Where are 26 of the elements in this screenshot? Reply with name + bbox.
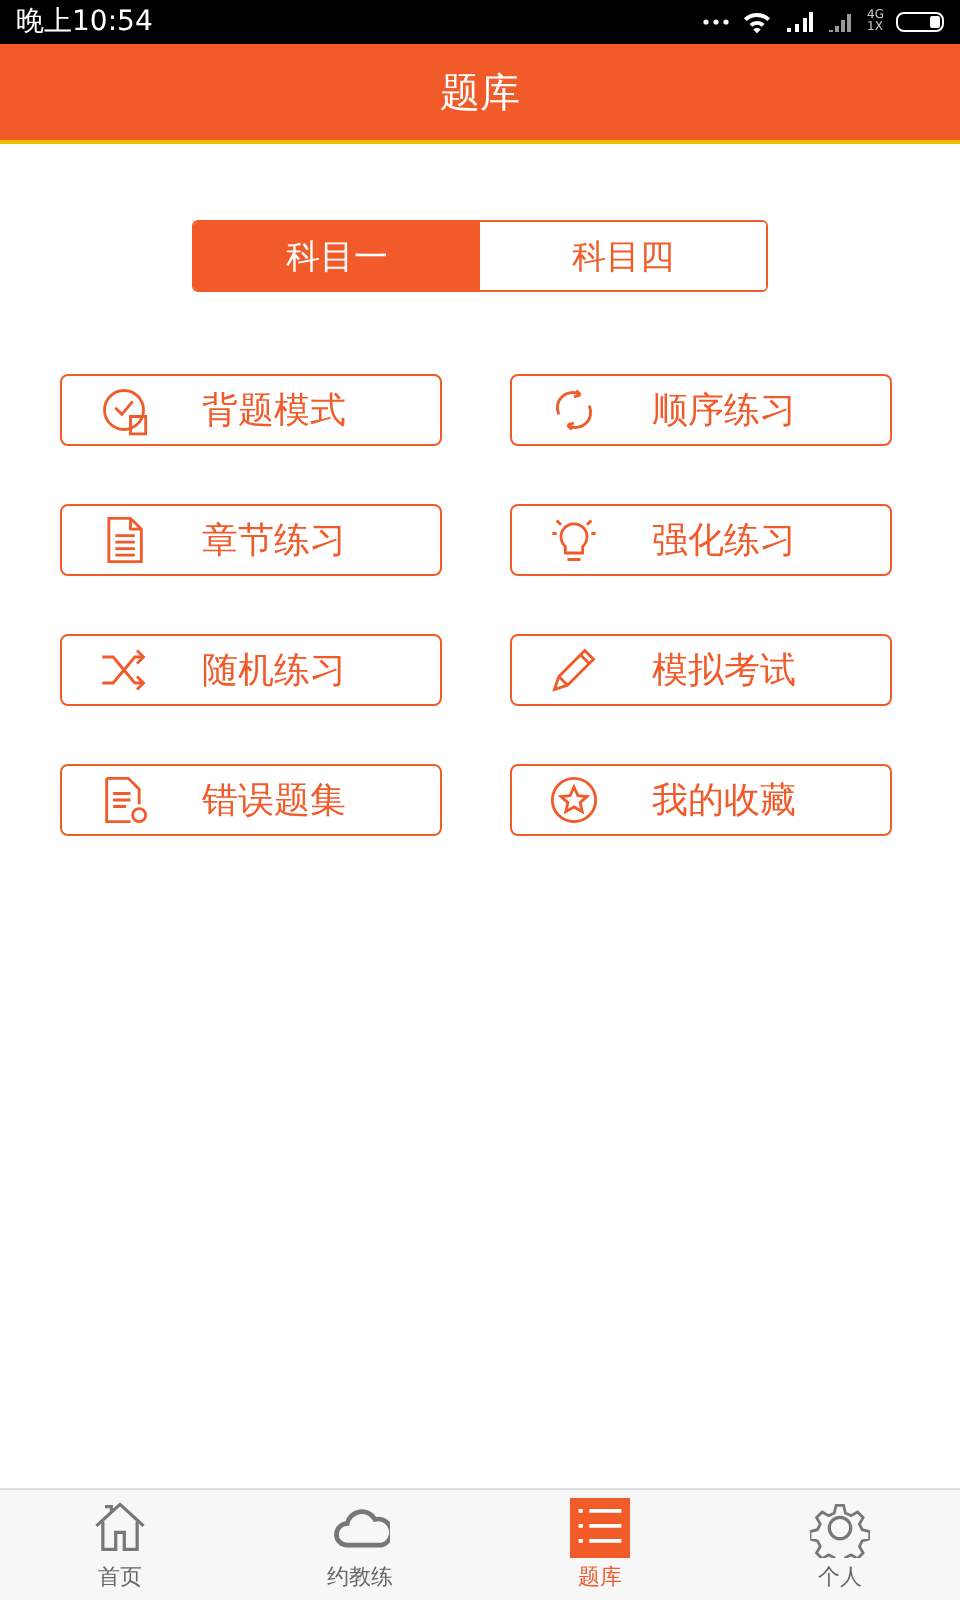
lightbulb-icon <box>548 514 600 566</box>
pencil-icon <box>548 644 600 696</box>
tab-item[interactable]: 首页 <box>0 1490 240 1600</box>
status-time: 晚上10:54 <box>16 4 153 40</box>
tab-item[interactable]: 题库 <box>480 1490 720 1600</box>
practice-button[interactable]: 模拟考试 <box>510 634 892 706</box>
page-title: 题库 <box>440 65 520 119</box>
practice-button[interactable]: 章节练习 <box>60 504 442 576</box>
list-icon <box>570 1498 630 1558</box>
battery-icon <box>896 12 944 32</box>
practice-button[interactable]: 我的收藏 <box>510 764 892 836</box>
settings-icon <box>810 1498 870 1558</box>
dots-icon <box>701 18 730 26</box>
tab-item[interactable]: 个人 <box>720 1490 960 1600</box>
practice-button[interactable]: 强化练习 <box>510 504 892 576</box>
signal-icon <box>825 10 856 34</box>
practice-button[interactable]: 背题模式 <box>60 374 442 446</box>
subject-tab[interactable]: 科目一 <box>194 222 480 290</box>
practice-button[interactable]: 错误题集 <box>60 764 442 836</box>
tab-item[interactable]: 约教练 <box>240 1490 480 1600</box>
practice-button[interactable]: 随机练习 <box>60 634 442 706</box>
shuffle-icon <box>98 644 150 696</box>
wifi-icon <box>741 10 772 34</box>
signal-icon <box>783 10 814 34</box>
clock-icon <box>98 384 150 436</box>
practice-button[interactable]: 顺序练习 <box>510 374 892 446</box>
